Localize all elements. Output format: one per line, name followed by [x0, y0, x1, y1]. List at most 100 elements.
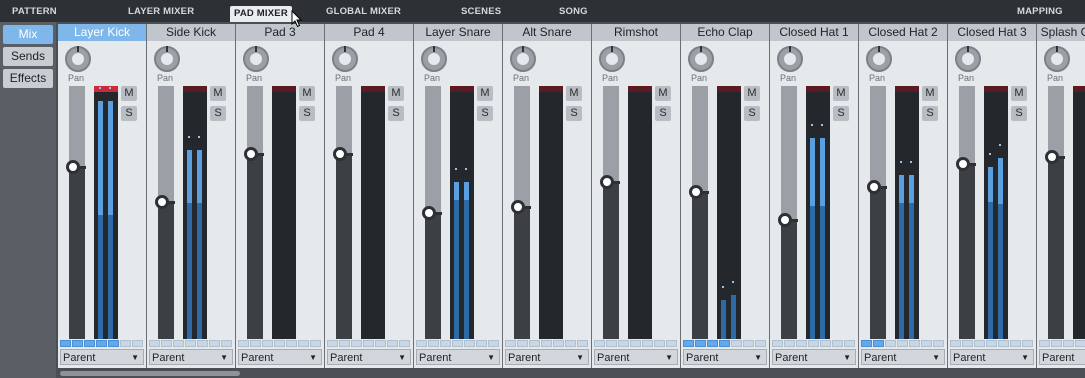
mute-button[interactable]: M: [121, 86, 137, 101]
pan-knob[interactable]: [65, 46, 91, 72]
mute-button[interactable]: M: [566, 86, 582, 101]
output-route-select[interactable]: Parent▼: [505, 349, 589, 365]
peak-indicator: [539, 86, 563, 92]
channel-name[interactable]: Rimshot: [592, 24, 680, 41]
output-route-select[interactable]: Parent▼: [861, 349, 945, 365]
pad-indicator: [72, 340, 83, 347]
top-tab-song[interactable]: SONG: [555, 3, 592, 20]
volume-fader[interactable]: [870, 86, 886, 339]
mute-button[interactable]: M: [210, 86, 226, 101]
mute-button[interactable]: M: [922, 86, 938, 101]
fader-handle[interactable]: [1045, 150, 1059, 164]
solo-button[interactable]: S: [388, 106, 404, 121]
top-tab-global-mixer[interactable]: GLOBAL MIXER: [322, 3, 405, 20]
fader-handle[interactable]: [689, 185, 703, 199]
level-meter: [1073, 86, 1085, 339]
channel-name[interactable]: Layer Snare: [414, 24, 502, 41]
pan-knob[interactable]: [154, 46, 180, 72]
side-tab-effects[interactable]: Effects: [3, 69, 53, 88]
mute-button[interactable]: M: [655, 86, 671, 101]
fader-handle[interactable]: [422, 206, 436, 220]
pan-knob[interactable]: [688, 46, 714, 72]
pan-knob[interactable]: [777, 46, 803, 72]
solo-button[interactable]: S: [744, 106, 760, 121]
channel-name[interactable]: Echo Clap: [681, 24, 769, 41]
solo-button[interactable]: S: [299, 106, 315, 121]
fader-handle-tick: [436, 212, 442, 215]
mute-button[interactable]: M: [1011, 86, 1027, 101]
mute-button[interactable]: M: [833, 86, 849, 101]
fader-handle[interactable]: [66, 160, 80, 174]
channel-name[interactable]: Pad 3: [236, 24, 324, 41]
mute-button[interactable]: M: [299, 86, 315, 101]
channel-name[interactable]: Alt Snare: [503, 24, 591, 41]
output-route-select[interactable]: Parent▼: [238, 349, 322, 365]
solo-button[interactable]: S: [833, 106, 849, 121]
pan-indicator-icon: [255, 46, 257, 52]
fader-handle[interactable]: [778, 213, 792, 227]
fader-handle[interactable]: [244, 147, 258, 161]
solo-button[interactable]: S: [922, 106, 938, 121]
output-route-select[interactable]: Parent▼: [60, 349, 144, 365]
channel-name[interactable]: Closed Hat 2: [859, 24, 947, 41]
meter-bar: [721, 300, 726, 339]
pan-knob[interactable]: [421, 46, 447, 72]
top-tab-mapping[interactable]: MAPPING: [1013, 3, 1067, 20]
scrollbar-thumb[interactable]: [60, 371, 240, 376]
pan-knob[interactable]: [955, 46, 981, 72]
mute-button[interactable]: M: [477, 86, 493, 101]
mute-button[interactable]: M: [388, 86, 404, 101]
volume-fader[interactable]: [603, 86, 619, 339]
channel-name[interactable]: Pad 4: [325, 24, 413, 41]
channel-name[interactable]: Layer Kick: [58, 24, 146, 41]
volume-fader[interactable]: [158, 86, 174, 339]
channel-name[interactable]: Splash Cymbal: [1037, 24, 1085, 41]
pan-knob[interactable]: [510, 46, 536, 72]
horizontal-scrollbar[interactable]: [58, 369, 1085, 378]
fader-handle[interactable]: [956, 157, 970, 171]
output-route-select[interactable]: Parent▼: [1039, 349, 1085, 365]
channel-name[interactable]: Closed Hat 3: [948, 24, 1036, 41]
channel-name[interactable]: Closed Hat 1: [770, 24, 858, 41]
volume-fader[interactable]: [959, 86, 975, 339]
fader-handle[interactable]: [155, 195, 169, 209]
output-route-select[interactable]: Parent▼: [772, 349, 856, 365]
side-tab-sends[interactable]: Sends: [3, 47, 53, 66]
solo-button[interactable]: S: [566, 106, 582, 121]
solo-button[interactable]: S: [1011, 106, 1027, 121]
output-route-select[interactable]: Parent▼: [327, 349, 411, 365]
channel-strip: Rimshot Pan M S Parent ▼: [592, 24, 680, 368]
pan-knob[interactable]: [332, 46, 358, 72]
solo-button[interactable]: S: [477, 106, 493, 121]
volume-fader[interactable]: [1048, 86, 1064, 339]
volume-fader[interactable]: [247, 86, 263, 339]
pan-knob[interactable]: [599, 46, 625, 72]
fader-handle[interactable]: [867, 180, 881, 194]
volume-fader[interactable]: [336, 86, 352, 339]
meter-bar-highlight: [108, 101, 113, 215]
output-route-select[interactable]: Parent▼: [149, 349, 233, 365]
output-route-select[interactable]: Parent▼: [683, 349, 767, 365]
volume-fader[interactable]: [692, 86, 708, 339]
top-tab-pad-mixer[interactable]: PAD MIXER: [230, 6, 292, 22]
mute-button[interactable]: M: [744, 86, 760, 101]
output-route-select[interactable]: Parent▼: [950, 349, 1034, 365]
pan-knob[interactable]: [243, 46, 269, 72]
volume-fader[interactable]: [69, 86, 85, 339]
fader-handle[interactable]: [600, 175, 614, 189]
pan-knob[interactable]: [866, 46, 892, 72]
solo-button[interactable]: S: [210, 106, 226, 121]
top-tab-scenes[interactable]: SCENES: [457, 3, 505, 20]
solo-button[interactable]: S: [655, 106, 671, 121]
top-tab-layer-mixer[interactable]: LAYER MIXER: [124, 3, 198, 20]
top-tab-pattern[interactable]: PATTERN: [8, 3, 61, 20]
output-route-select[interactable]: Parent▼: [416, 349, 500, 365]
side-tab-mix[interactable]: Mix: [3, 25, 53, 44]
output-route-select[interactable]: Parent▼: [594, 349, 678, 365]
solo-button[interactable]: S: [121, 106, 137, 121]
channel-name[interactable]: Side Kick: [147, 24, 235, 41]
pad-indicator: [784, 340, 795, 347]
pan-knob[interactable]: [1044, 46, 1070, 72]
fader-handle[interactable]: [511, 200, 525, 214]
fader-handle[interactable]: [333, 147, 347, 161]
